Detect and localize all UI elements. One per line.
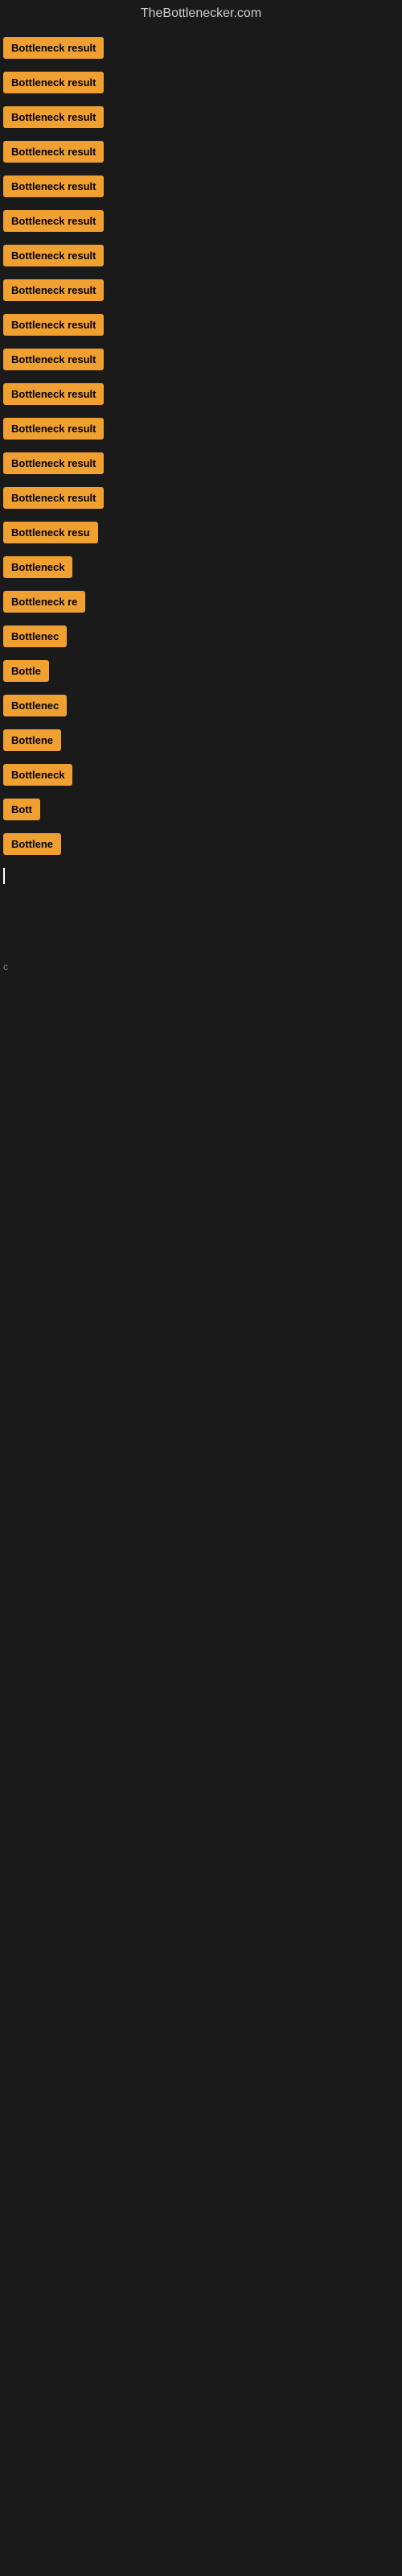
bottleneck-result-badge[interactable]: Bottleneck result	[3, 279, 104, 301]
bottleneck-result-badge[interactable]: Bottleneck result	[3, 106, 104, 128]
list-item	[0, 1082, 402, 1095]
list-item: Bottleneck result	[0, 308, 402, 342]
list-item: Bottle	[0, 654, 402, 688]
bottleneck-result-badge[interactable]: Bottleneck result	[3, 141, 104, 163]
list-item: Bottleneck re	[0, 584, 402, 619]
bottleneck-result-badge[interactable]: Bott	[3, 799, 40, 820]
list-item: Bottleneck result	[0, 204, 402, 238]
bottleneck-result-badge[interactable]: Bottleneck result	[3, 349, 104, 370]
bottleneck-result-badge[interactable]: Bottleneck resu	[3, 522, 98, 543]
list-item	[0, 916, 402, 929]
list-item	[0, 992, 402, 1005]
list-item: Bottleneck result	[0, 411, 402, 446]
list-item	[0, 903, 402, 916]
list-item: Bottleneck	[0, 550, 402, 584]
bottleneck-result-badge[interactable]: Bottlene	[3, 729, 61, 751]
list-item	[0, 861, 402, 890]
list-item: Bottlenec	[0, 688, 402, 723]
list-item	[0, 1056, 402, 1069]
list-item	[0, 1018, 402, 1030]
list-item: Bottleneck result	[0, 238, 402, 273]
list-item	[0, 942, 402, 955]
list-item: Bottleneck result	[0, 377, 402, 411]
bottleneck-result-badge[interactable]: Bottleneck result	[3, 452, 104, 474]
bottleneck-result-badge[interactable]: Bottleneck re	[3, 591, 85, 613]
small-label: c	[3, 961, 8, 972]
list-item: Bottleneck	[0, 758, 402, 792]
list-item	[0, 890, 402, 903]
bottleneck-result-badge[interactable]: Bottleneck result	[3, 418, 104, 440]
list-item: Bottlenec	[0, 619, 402, 654]
list-item	[0, 1005, 402, 1018]
bottleneck-result-badge[interactable]: Bottleneck result	[3, 175, 104, 197]
list-item	[0, 929, 402, 942]
list-item: Bottleneck result	[0, 273, 402, 308]
list-item	[0, 1043, 402, 1056]
cursor-indicator	[3, 868, 5, 884]
bottleneck-result-badge[interactable]: Bottle	[3, 660, 49, 682]
list-item	[0, 979, 402, 992]
bottleneck-result-badge[interactable]: Bottleneck	[3, 556, 72, 578]
list-item: Bottleneck result	[0, 169, 402, 204]
bottleneck-result-badge[interactable]: Bottleneck result	[3, 210, 104, 232]
list-item: Bottleneck result	[0, 100, 402, 134]
bottleneck-result-badge[interactable]: Bottleneck result	[3, 245, 104, 266]
list-item: Bottleneck resu	[0, 515, 402, 550]
list-item: c	[0, 955, 402, 979]
bottleneck-rows-container: Bottleneck result Bottleneck result Bottle…	[0, 31, 402, 1095]
bottleneck-result-badge[interactable]: Bottleneck result	[3, 383, 104, 405]
bottleneck-result-badge[interactable]: Bottleneck result	[3, 487, 104, 509]
list-item: Bottleneck result	[0, 31, 402, 65]
bottleneck-result-badge[interactable]: Bottlenec	[3, 695, 67, 716]
list-item	[0, 1069, 402, 1082]
list-item: Bottleneck result	[0, 446, 402, 481]
bottleneck-result-badge[interactable]: Bottleneck result	[3, 72, 104, 93]
list-item: Bottleneck result	[0, 342, 402, 377]
bottleneck-result-badge[interactable]: Bottleneck result	[3, 37, 104, 59]
list-item: Bottleneck result	[0, 134, 402, 169]
bottleneck-result-badge[interactable]: Bottleneck result	[3, 314, 104, 336]
list-item: Bottleneck result	[0, 481, 402, 515]
list-item	[0, 1030, 402, 1043]
list-item: Bottlene	[0, 827, 402, 861]
list-item: Bottleneck result	[0, 65, 402, 100]
bottleneck-result-badge[interactable]: Bottleneck	[3, 764, 72, 786]
bottleneck-result-badge[interactable]: Bottlenec	[3, 625, 67, 647]
bottleneck-result-badge[interactable]: Bottlene	[3, 833, 61, 855]
list-item: Bottlene	[0, 723, 402, 758]
site-title: TheBottlenecker.com	[0, 0, 402, 31]
list-item: Bott	[0, 792, 402, 827]
